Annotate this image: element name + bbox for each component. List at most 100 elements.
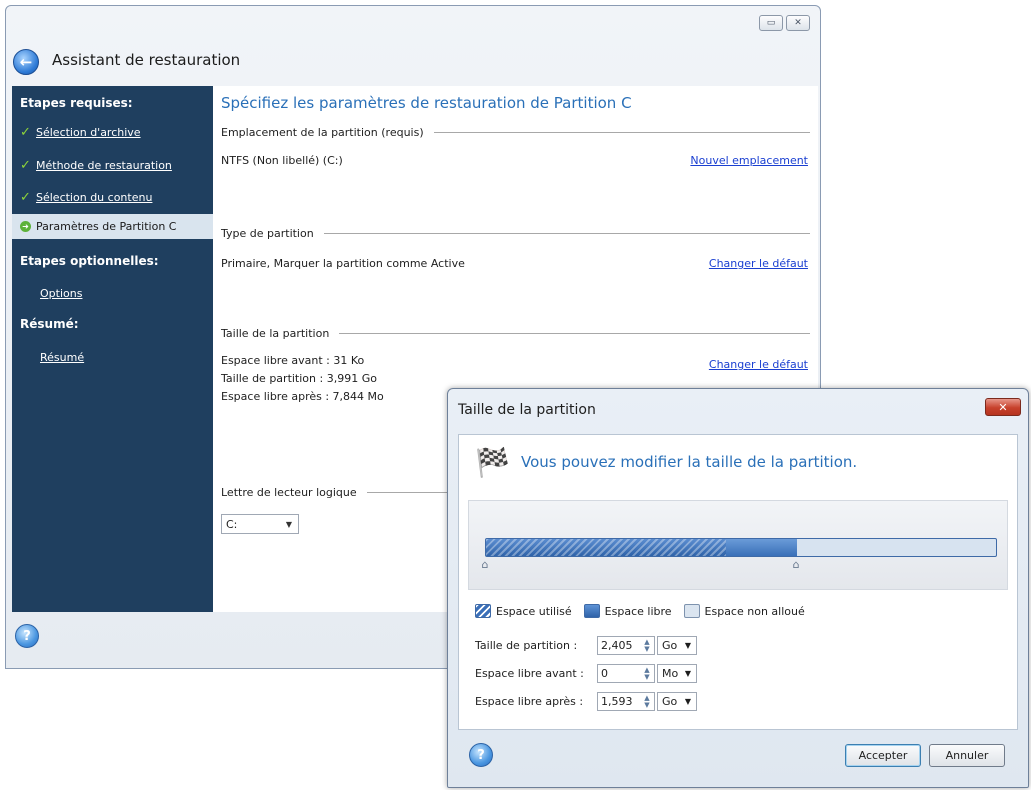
back-arrow-icon: ← [19, 53, 33, 71]
sidebar-item-archive-selection[interactable]: ✓ Sélection d'archive [20, 121, 141, 143]
summary-heading: Résumé: [20, 317, 79, 331]
window-title: Assistant de restauration [52, 51, 241, 69]
close-icon: ✕ [998, 400, 1008, 414]
checkmark-icon: ✓ [20, 124, 31, 140]
page-title: Spécifiez les paramètres de restauration… [221, 94, 632, 112]
sidebar-item-label: Sélection d'archive [36, 125, 141, 139]
sidebar-item-restore-method[interactable]: ✓ Méthode de restauration [20, 154, 172, 176]
sidebar-item-summary[interactable]: Résumé [40, 346, 84, 368]
section-title: Taille de la partition [221, 327, 330, 340]
end-slider-handle[interactable]: ⌂ [790, 559, 802, 571]
dialog-help-button[interactable]: ? [469, 743, 493, 767]
spinner-arrows-icon[interactable]: ▲ ▼ [642, 666, 652, 681]
help-icon: ? [477, 747, 485, 763]
checkmark-icon: ✓ [20, 157, 31, 173]
sidebar-item-label: Options [40, 286, 83, 300]
location-section-header: Emplacement de la partition (requis) [221, 126, 810, 139]
drive-letter-value: C: [226, 517, 238, 531]
legend-unallocated: Espace non alloué [683, 604, 805, 618]
partition-size-value: Taille de partition : 3,991 Go [221, 372, 377, 385]
sidebar-item-options[interactable]: Options [40, 282, 82, 304]
free-space-swatch [583, 604, 600, 618]
legend-label: Espace non alloué [704, 604, 805, 618]
window-controls: ▭ ✕ [759, 15, 810, 31]
field-value: 1,593 [601, 695, 633, 708]
free-before-unit-select[interactable]: Mo ▼ [657, 664, 697, 683]
free-after-unit-select[interactable]: Go ▼ [657, 692, 697, 711]
accept-button[interactable]: Accepter [845, 744, 921, 767]
help-button[interactable]: ? [15, 624, 39, 648]
free-before-row: Espace libre avant : 0 ▲ ▼ Mo ▼ [475, 664, 697, 683]
back-button[interactable]: ← [13, 49, 39, 75]
legend-label: Espace utilisé [496, 604, 572, 618]
maximize-button[interactable]: ▭ [759, 15, 783, 31]
sidebar-item-label: Résumé [40, 350, 85, 364]
used-space-segment [486, 539, 726, 556]
partition-type-value: Primaire, Marquer la partition comme Act… [221, 257, 465, 270]
legend-label: Espace libre [604, 604, 672, 618]
close-window-button[interactable]: ✕ [786, 15, 810, 31]
change-type-link[interactable]: Changer le défaut [709, 257, 808, 270]
change-size-link[interactable]: Changer le défaut [709, 358, 808, 371]
bar-legend: Espace utilisé Espace libre Espace non a… [475, 604, 805, 618]
field-value: 0 [601, 667, 608, 680]
spinner-arrows-icon[interactable]: ▲ ▼ [642, 638, 652, 653]
unit-value: Go [662, 695, 678, 708]
unit-value: Mo [662, 667, 679, 680]
unallocated-space-swatch [683, 604, 700, 618]
partition-size-unit-select[interactable]: Go ▼ [657, 636, 697, 655]
section-divider [339, 333, 810, 334]
location-value: NTFS (Non libellé) (C:) [221, 154, 343, 167]
section-divider [433, 132, 810, 133]
section-title: Emplacement de la partition (requis) [221, 126, 424, 139]
cancel-button[interactable]: Annuler [929, 744, 1005, 767]
unit-value: Go [662, 639, 678, 652]
partition-size-row: Taille de partition : 2,405 ▲ ▼ Go ▼ [475, 636, 697, 655]
sidebar-item-content-selection[interactable]: ✓ Sélection du contenu [20, 186, 152, 208]
close-dialog-button[interactable]: ✕ [985, 398, 1021, 416]
partition-bar-panel: ⌂ ⌂ [468, 500, 1008, 590]
sidebar-item-partition-settings[interactable]: ➜ Paramètres de Partition C [12, 214, 213, 239]
close-icon: ✕ [794, 18, 802, 28]
required-steps-heading: Etapes requises: [20, 96, 133, 110]
dialog-body: 🏁 Vous pouvez modifier la taille de la p… [458, 434, 1018, 730]
partition-size-bar[interactable] [485, 538, 997, 557]
free-after-row: Espace libre après : 1,593 ▲ ▼ Go ▼ [475, 692, 697, 711]
checkered-flag-icon: 🏁 [475, 446, 510, 479]
field-label: Espace libre après : [475, 695, 584, 708]
maximize-icon: ▭ [766, 18, 776, 28]
legend-used: Espace utilisé [475, 604, 572, 618]
dialog-heading: Vous pouvez modifier la taille de la par… [521, 453, 858, 471]
used-space-swatch [475, 604, 491, 618]
sidebar-item-label: Méthode de restauration [36, 158, 172, 172]
legend-free: Espace libre [583, 604, 672, 618]
current-step-arrow-icon: ➜ [20, 221, 31, 232]
drive-letter-select[interactable]: C: ▼ [221, 514, 299, 534]
section-divider [323, 233, 810, 234]
dialog-title: Taille de la partition [458, 402, 596, 418]
help-icon: ? [23, 628, 31, 644]
start-slider-handle[interactable]: ⌂ [479, 559, 491, 571]
partition-size-dialog: Taille de la partition ✕ 🏁 Vous pouvez m… [447, 388, 1029, 788]
new-location-link[interactable]: Nouvel emplacement [690, 154, 808, 167]
section-title: Type de partition [221, 227, 314, 240]
field-label: Espace libre avant : [475, 667, 584, 680]
sidebar-item-label: Sélection du contenu [36, 190, 153, 204]
free-after-input[interactable]: 1,593 ▲ ▼ [597, 692, 655, 711]
field-label: Taille de partition : [475, 639, 578, 652]
checkmark-icon: ✓ [20, 189, 31, 205]
partition-size-input[interactable]: 2,405 ▲ ▼ [597, 636, 655, 655]
chevron-down-icon: ▼ [285, 519, 292, 529]
field-value: 2,405 [601, 639, 633, 652]
free-before-value: Espace libre avant : 31 Ko [221, 354, 365, 367]
optional-steps-heading: Etapes optionnelles: [20, 254, 159, 268]
chevron-down-icon: ▼ [684, 641, 691, 650]
wizard-sidebar: Etapes requises: ✓ Sélection d'archive ✓… [12, 86, 213, 612]
size-section-header: Taille de la partition [221, 327, 810, 340]
type-section-header: Type de partition [221, 227, 810, 240]
free-before-input[interactable]: 0 ▲ ▼ [597, 664, 655, 683]
section-title: Lettre de lecteur logique [221, 486, 357, 499]
spinner-arrows-icon[interactable]: ▲ ▼ [642, 694, 652, 709]
free-after-value: Espace libre après : 7,844 Mo [221, 390, 384, 403]
chevron-down-icon: ▼ [684, 669, 691, 678]
